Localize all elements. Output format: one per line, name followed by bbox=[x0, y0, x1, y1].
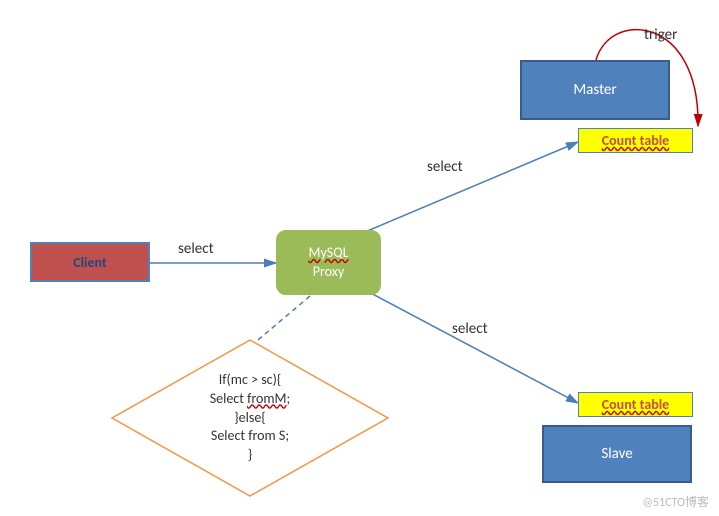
proxy-label-line2: Proxy bbox=[313, 263, 344, 280]
node-client: Client bbox=[30, 242, 150, 282]
slave-label: Slave bbox=[601, 445, 632, 463]
label-trigger: triger bbox=[644, 26, 677, 44]
decision-line2: Select fromM; bbox=[210, 390, 291, 409]
decision-line4: Select from S; bbox=[211, 427, 289, 446]
count-table-slave-label: Count table bbox=[602, 396, 669, 413]
node-count-table-master: Count table bbox=[578, 128, 693, 153]
decision-line3: }else{ bbox=[234, 409, 265, 428]
label-client-proxy: select bbox=[178, 240, 214, 258]
node-mysql-proxy: MySQL Proxy bbox=[276, 230, 381, 295]
label-proxy-master: select bbox=[427, 158, 463, 176]
edge-proxy-slave bbox=[365, 290, 578, 403]
decision-text: If(mc > sc){ Select fromM; }else{ Select… bbox=[110, 338, 390, 498]
node-slave: Slave bbox=[542, 425, 692, 483]
node-master: Master bbox=[520, 60, 670, 120]
client-label: Client bbox=[73, 254, 107, 271]
edge-proxy-master bbox=[365, 142, 578, 232]
decision-line1: If(mc > sc){ bbox=[219, 371, 282, 390]
decision-line5: } bbox=[248, 446, 252, 465]
proxy-label-line1: MySQL bbox=[308, 244, 348, 261]
label-proxy-slave: select bbox=[452, 320, 488, 338]
watermark: @51CTO博客 bbox=[642, 493, 709, 510]
master-label: Master bbox=[573, 81, 616, 99]
node-decision: If(mc > sc){ Select fromM; }else{ Select… bbox=[110, 338, 390, 498]
count-table-master-label: Count table bbox=[602, 132, 669, 149]
node-count-table-slave: Count table bbox=[578, 392, 693, 417]
